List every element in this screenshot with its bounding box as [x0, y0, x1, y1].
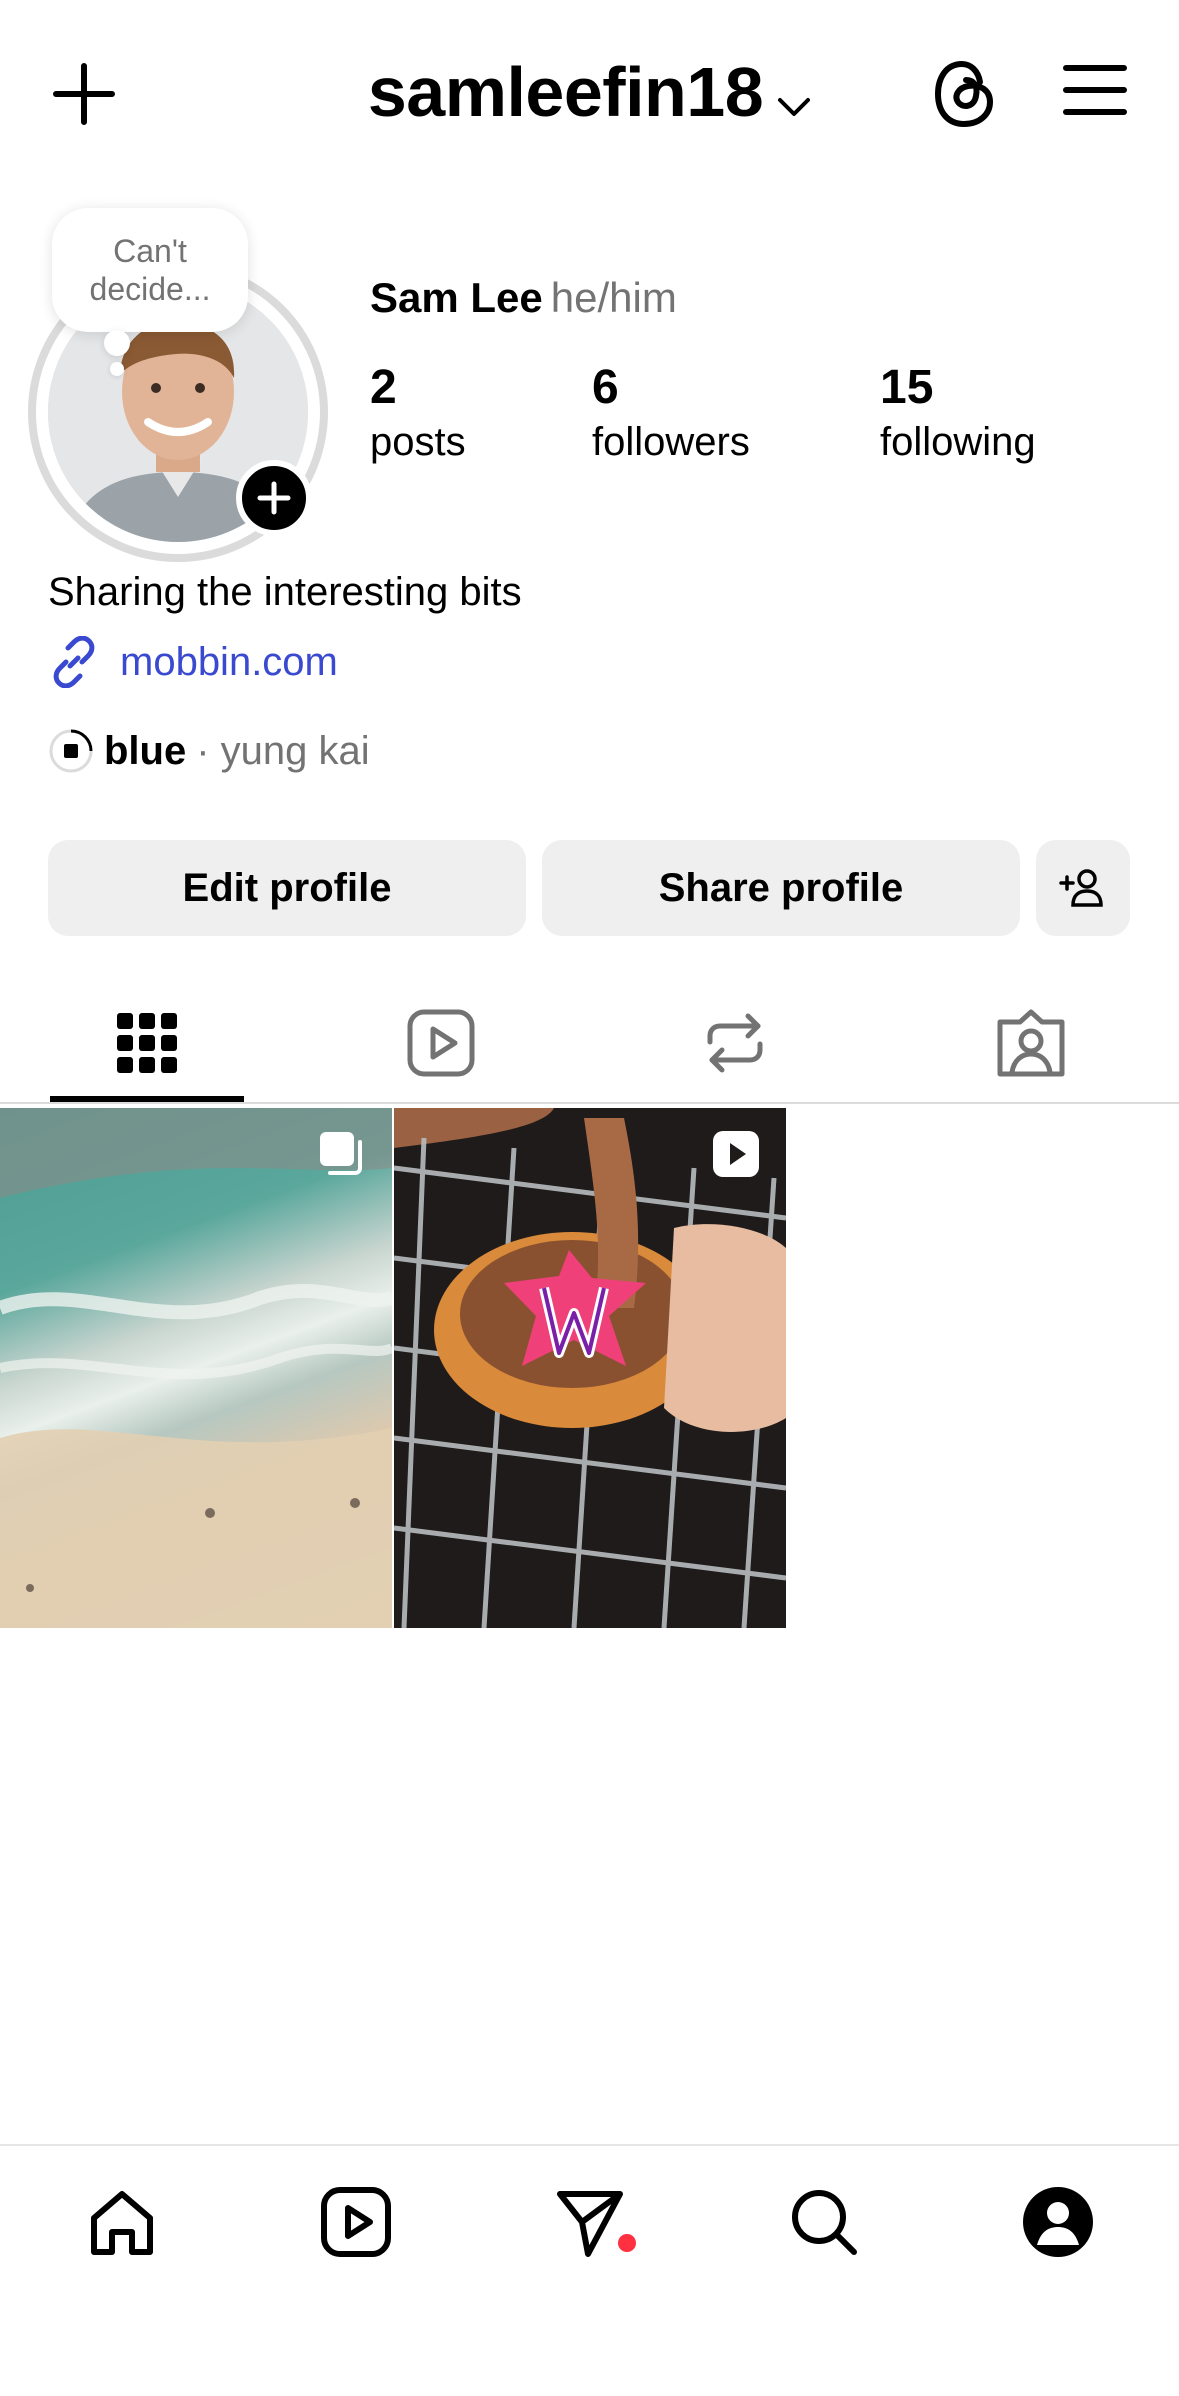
cookie-image: [394, 1108, 786, 1628]
stat-value: 2: [370, 361, 397, 414]
pronouns: he/him: [550, 274, 677, 321]
post-thumbnail-cookie[interactable]: [394, 1108, 786, 1628]
stat-followers[interactable]: 6 followers: [592, 360, 750, 468]
threads-button[interactable]: [928, 56, 1000, 132]
tagged-person-icon: [997, 1009, 1065, 1077]
account-switcher[interactable]: samleefin18: [0, 52, 1179, 134]
display-name: Sam Lee: [370, 274, 543, 321]
beach-image: [0, 1108, 392, 1628]
post-thumbnail-beach[interactable]: [0, 1108, 392, 1628]
add-story-button[interactable]: [236, 460, 312, 536]
note-text-line1: Can't: [113, 233, 187, 269]
home-icon: [91, 2191, 153, 2255]
nav-search[interactable]: [784, 2182, 864, 2262]
profile-music[interactable]: blue · yung kai: [48, 728, 370, 774]
notification-dot: [618, 2234, 636, 2252]
paper-plane-icon: [557, 2191, 623, 2257]
profile-name-row: Sam Lee he/him: [370, 274, 677, 322]
stat-value: 6: [592, 361, 619, 414]
nav-reels[interactable]: [316, 2182, 396, 2262]
music-artist: · yung kai: [196, 728, 370, 773]
link-text: mobbin.com: [120, 639, 338, 684]
link-icon: [53, 636, 95, 688]
nav-messages[interactable]: [550, 2182, 630, 2262]
search-icon: [792, 2190, 857, 2255]
edit-profile-button[interactable]: Edit profile: [48, 840, 526, 936]
profile-icon: [1023, 2187, 1093, 2257]
username: samleefin18: [367, 53, 764, 131]
reels-icon: [407, 1009, 475, 1077]
nav-home[interactable]: [82, 2182, 162, 2262]
stat-value: 15: [880, 361, 934, 414]
music-disc-icon: [49, 729, 93, 773]
stat-following[interactable]: 15 following: [880, 360, 1036, 468]
note-bubble[interactable]: Can't decide...: [52, 208, 248, 332]
nav-profile[interactable]: [1018, 2182, 1098, 2262]
tab-posts[interactable]: [102, 998, 192, 1088]
threads-icon: [934, 60, 994, 128]
carousel-icon: [316, 1128, 368, 1180]
stat-label: followers: [592, 420, 750, 464]
stat-label: posts: [370, 420, 466, 464]
note-bubble-tail-small: [110, 362, 124, 376]
add-person-icon: [1059, 869, 1103, 907]
share-profile-button[interactable]: Share profile: [542, 840, 1020, 936]
tab-reels[interactable]: [396, 998, 486, 1088]
chevron-down-icon: [777, 54, 811, 134]
note-text-line2: decide...: [89, 271, 211, 307]
note-bubble-tail: [104, 330, 130, 356]
profile-link[interactable]: mobbin.com: [48, 636, 338, 688]
plus-icon: [257, 481, 291, 515]
discover-people-button[interactable]: [1036, 840, 1130, 936]
tab-reposts[interactable]: [690, 998, 780, 1088]
bio-text: Sharing the interesting bits: [48, 570, 522, 614]
reels-icon: [321, 2187, 391, 2257]
tab-divider: [0, 1102, 1179, 1104]
repost-icon: [707, 1013, 763, 1073]
stat-label: following: [880, 420, 1036, 464]
stat-posts[interactable]: 2 posts: [370, 360, 466, 468]
menu-button[interactable]: [1062, 60, 1128, 120]
tab-tagged[interactable]: [986, 998, 1076, 1088]
grid-icon: [117, 1013, 177, 1073]
reel-icon: [710, 1128, 762, 1180]
hamburger-menu-icon: [1063, 65, 1127, 115]
bottom-nav-divider: [0, 2144, 1179, 2146]
music-song: blue: [104, 728, 187, 773]
